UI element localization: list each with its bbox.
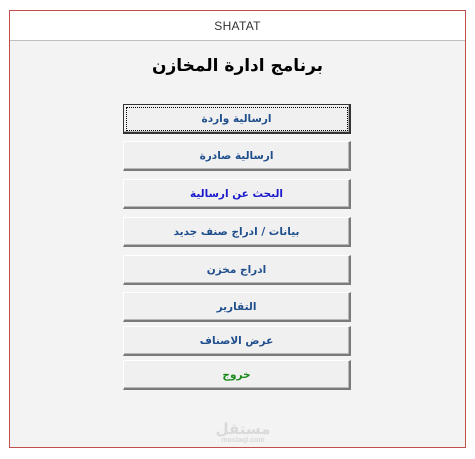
- page-title: برنامج ادارة المخازن: [151, 56, 324, 76]
- view-items-button[interactable]: عرض الاصناف: [123, 326, 351, 356]
- watermark-url: mostaql.com: [221, 437, 265, 444]
- watermark-text: مستقل: [215, 420, 271, 438]
- outgoing-shipment-button[interactable]: ارسالية صادرة: [123, 141, 351, 171]
- watermark-logo: مستقل mostaql.com: [208, 421, 278, 445]
- search-shipment-button[interactable]: البحث عن ارسالية: [123, 179, 351, 209]
- incoming-shipment-button[interactable]: ارسالية واردة: [123, 104, 351, 134]
- exit-button[interactable]: خروج: [123, 360, 351, 390]
- add-new-item-button[interactable]: بيانات / ادراج صنف جديد: [123, 217, 351, 247]
- window-title: SHATAT: [10, 11, 465, 41]
- reports-button[interactable]: التقارير: [123, 292, 351, 322]
- main-form-window: SHATAT برنامج ادارة المخازن ارسالية وارد…: [9, 10, 466, 448]
- add-warehouse-button[interactable]: ادراج مخزن: [123, 255, 351, 285]
